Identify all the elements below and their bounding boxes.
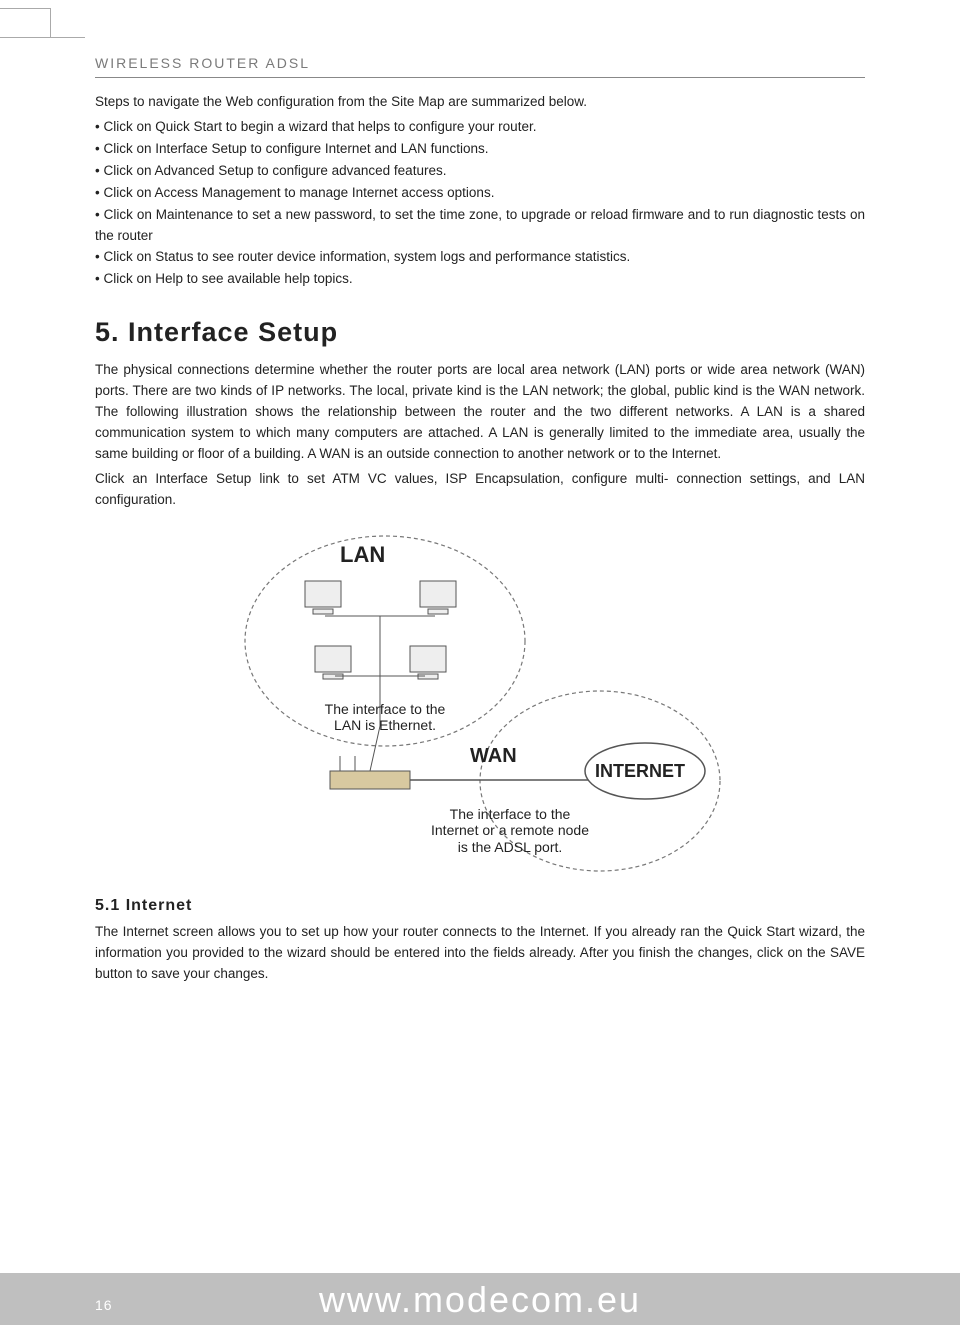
- running-header: WIRELESS ROUTER ADSL: [95, 55, 865, 71]
- list-item: Click on Status to see router device inf…: [95, 247, 865, 268]
- page-footer: 16 www.modecom.eu: [0, 1273, 960, 1325]
- diagram-label-wan: WAN: [470, 741, 517, 772]
- list-item: Click on Maintenance to set a new passwo…: [95, 205, 865, 247]
- diagram-caption-wan: The interface to the Internet or a remot…: [425, 806, 595, 856]
- page-content: WIRELESS ROUTER ADSL Steps to navigate t…: [95, 55, 865, 989]
- section-5-heading: 5. Interface Setup: [95, 312, 865, 354]
- footer-url: www.modecom.eu: [0, 1279, 960, 1321]
- list-item: Click on Quick Start to begin a wizard t…: [95, 117, 865, 138]
- network-diagram: LAN WAN INTERNET The interface to the LA…: [230, 526, 730, 876]
- diagram-label-lan: LAN: [340, 538, 385, 572]
- section-5-1-paragraph: The Internet screen allows you to set up…: [95, 922, 865, 985]
- header-rule: [95, 77, 865, 78]
- page-tab-line: [0, 37, 85, 38]
- section-5-paragraph-1: The physical connections determine wheth…: [95, 360, 865, 465]
- list-item: Click on Advanced Setup to configure adv…: [95, 161, 865, 182]
- list-item: Click on Access Management to manage Int…: [95, 183, 865, 204]
- body-text: Steps to navigate the Web configuration …: [95, 92, 865, 985]
- diagram-caption-lan: The interface to the LAN is Ethernet.: [320, 701, 450, 735]
- diagram-label-internet: INTERNET: [595, 758, 685, 786]
- page-tab-decor: [0, 8, 51, 38]
- list-item: Click on Interface Setup to configure In…: [95, 139, 865, 160]
- intro-paragraph: Steps to navigate the Web configuration …: [95, 92, 865, 113]
- list-item: Click on Help to see available help topi…: [95, 269, 865, 290]
- section-5-paragraph-2: Click an Interface Setup link to set ATM…: [95, 469, 865, 511]
- section-5-1-heading: 5.1 Internet: [95, 894, 865, 919]
- steps-list: Click on Quick Start to begin a wizard t…: [95, 117, 865, 290]
